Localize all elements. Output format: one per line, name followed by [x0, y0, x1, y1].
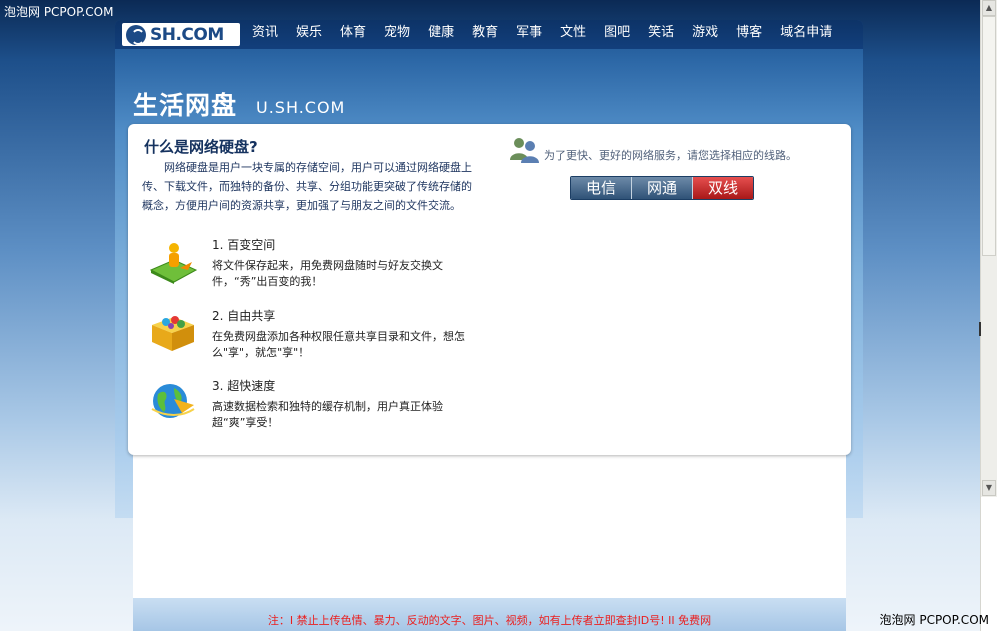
feature-desc: 高速数据检索和独特的缓存机制，用户真正体验超“爽”享受！: [212, 400, 443, 429]
watermark-top-left: 泡泡网 PCPOP.COM: [4, 5, 114, 19]
users-icon: [510, 138, 539, 163]
content-panel: 什么是网络硬盘? 网络硬盘是用户一块专属的存储空间，用户可以通过网络硬盘上传、下…: [128, 124, 851, 455]
top-navbar: SH.COM 资讯 娱乐 体育 宠物 健康 教育 军事 文性 图吧 笑话 游戏 …: [115, 20, 863, 49]
intro-body: 网络硬盘是用户一块专属的存储空间，用户可以通过网络硬盘上传、下载文件，而独特的备…: [142, 161, 472, 212]
dual-line-button[interactable]: 双线: [693, 177, 753, 199]
netcom-line-button[interactable]: 网通: [632, 177, 693, 199]
edge-marker: [979, 322, 981, 336]
nav-item-sports[interactable]: 体育: [340, 20, 366, 49]
nav-item-health[interactable]: 健康: [428, 20, 454, 49]
nav-item-domain[interactable]: 域名申请: [780, 20, 832, 49]
nav-menu: 资讯 娱乐 体育 宠物 健康 教育 军事 文性 图吧 笑话 游戏 博客 域名申请: [252, 20, 850, 49]
footer-notice: 注：I 禁止上传色情、暴力、反动的文字、图片、视频，如有上传者立即查封ID号! …: [267, 614, 712, 627]
nav-item-blog[interactable]: 博客: [736, 20, 762, 49]
logo-s-icon: [126, 24, 146, 45]
nav-item-games[interactable]: 游戏: [692, 20, 718, 49]
page-title: 生活网盘: [133, 91, 238, 120]
nav-item-women[interactable]: 文性: [560, 20, 586, 49]
footer-bar: 注：I 禁止上传色情、暴力、反动的文字、图片、视频，如有上传者立即查封ID号! …: [133, 598, 846, 631]
globe-icon: [151, 384, 195, 418]
person-on-disk-icon: [149, 243, 198, 284]
nav-item-jokes[interactable]: 笑话: [648, 20, 674, 49]
gift-box-icon: [152, 316, 194, 351]
nav-item-education[interactable]: 教育: [472, 20, 498, 49]
line-prompt-text: 为了更快、更好的网络服务，请您选择相应的线路。: [544, 149, 797, 162]
scroll-thumb[interactable]: [982, 16, 996, 256]
watermark-bottom-right: 泡泡网 PCPOP.COM: [879, 613, 989, 627]
vertical-scrollbar[interactable]: ▲ ▼: [980, 0, 997, 631]
feature-title: 2. 自由共享: [212, 309, 276, 323]
page-domain: U.SH.COM: [256, 98, 346, 117]
content-lower-area: [133, 455, 846, 598]
telecom-line-button[interactable]: 电信: [571, 177, 632, 199]
feature-title: 3. 超快速度: [212, 379, 276, 393]
nav-item-entertainment[interactable]: 娱乐: [296, 20, 322, 49]
scroll-up-arrow-icon[interactable]: ▲: [982, 0, 996, 16]
nav-item-news[interactable]: 资讯: [252, 20, 278, 49]
logo-text: SH.COM: [150, 24, 224, 45]
feature-desc: 在免费网盘添加各种权限任意共享目录和文件，想怎么"享"，就怎"享"！: [212, 330, 465, 359]
nav-item-pets[interactable]: 宠物: [384, 20, 410, 49]
scroll-down-arrow-icon[interactable]: ▼: [982, 480, 996, 496]
intro-heading: 什么是网络硬盘?: [144, 138, 258, 156]
feature-title: 1. 百变空间: [212, 238, 276, 252]
line-selector: 电信 网通 双线: [570, 176, 754, 200]
site-logo[interactable]: SH.COM: [122, 23, 240, 46]
nav-item-military[interactable]: 军事: [516, 20, 542, 49]
nav-item-photos[interactable]: 图吧: [604, 20, 630, 49]
feature-desc: 将文件保存起来，用免费网盘随时与好友交换文件，“秀”出百变的我！: [212, 259, 443, 288]
